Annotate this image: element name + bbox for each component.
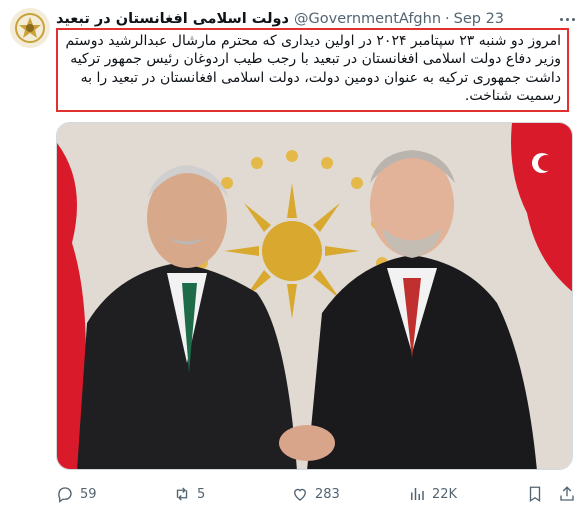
- like-count: 283: [315, 486, 340, 502]
- tweet-photo[interactable]: [56, 122, 573, 470]
- reply-button[interactable]: 59: [56, 482, 97, 506]
- user-handle[interactable]: @GovernmentAfghn: [294, 11, 441, 27]
- share-button[interactable]: [558, 482, 582, 506]
- tweet-actions: 59 5 283 22K: [56, 482, 576, 506]
- display-name[interactable]: دولت اسلامی افغانستان در تبعید: [56, 11, 289, 27]
- bookmark-button[interactable]: [526, 482, 550, 506]
- views-button[interactable]: 22K: [408, 482, 457, 506]
- retweet-icon: [176, 487, 188, 501]
- emblem-icon: [10, 8, 50, 48]
- like-button[interactable]: 283: [291, 482, 340, 506]
- tweet-text: امروز دو شنبه ۲۳ سپتامبر ۲۰۲۴ در اولین د…: [56, 28, 569, 112]
- more-icon[interactable]: [554, 10, 580, 28]
- separator-dot: ·: [445, 11, 450, 27]
- retweet-button[interactable]: 5: [173, 482, 205, 506]
- handshake: [279, 425, 335, 461]
- avatar[interactable]: [10, 8, 50, 48]
- tweet-header: دولت اسلامی افغانستان در تبعید @Governme…: [56, 9, 504, 29]
- tweet-date[interactable]: Sep 23: [454, 11, 504, 27]
- reply-icon: [58, 487, 72, 503]
- share-icon: [560, 486, 574, 501]
- retweet-count: 5: [197, 486, 206, 502]
- like-icon: [294, 488, 306, 501]
- views-count: 22K: [432, 486, 458, 502]
- reply-count: 59: [80, 486, 97, 502]
- bookmark-icon: [529, 486, 541, 503]
- views-icon: [411, 488, 424, 500]
